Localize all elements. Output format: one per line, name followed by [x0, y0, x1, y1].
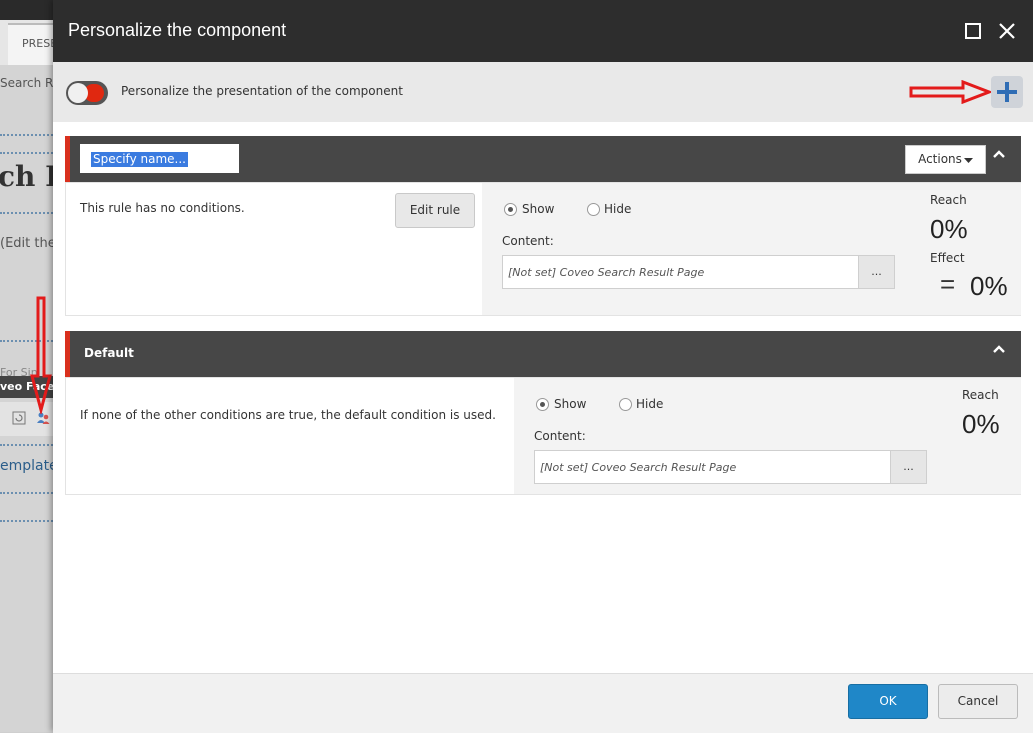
show-radio[interactable]: [536, 398, 549, 411]
show-label: Show: [554, 397, 587, 411]
reach-label: Reach: [930, 193, 967, 207]
default-rule-body: If none of the other conditions are true…: [65, 377, 1021, 495]
divider: [0, 152, 60, 154]
effect-label: Effect: [930, 251, 965, 265]
divider: [0, 520, 60, 522]
default-action-pane: Show Hide Content: [Not set] Coveo Searc…: [514, 378, 1021, 494]
reach-label: Reach: [962, 388, 999, 402]
refresh-icon[interactable]: [12, 411, 26, 425]
content-label: Content:: [534, 429, 586, 443]
background-breadcrumb: Search Re: [0, 76, 60, 90]
content-value: [Not set] Coveo Search Result Page: [540, 461, 737, 474]
toggle-knob: [68, 83, 88, 103]
effect-equal-icon: =: [940, 269, 956, 299]
personalize-toggle-bar: Personalize the presentation of the comp…: [53, 62, 1033, 122]
rule-action-pane: Show Hide Content: [Not set] Coveo Searc…: [482, 183, 1021, 315]
rule-body: This rule has no conditions. Edit rule S…: [65, 182, 1021, 316]
close-icon[interactable]: [995, 19, 1019, 43]
divider: [0, 444, 60, 446]
plus-icon: [997, 82, 1017, 102]
show-label: Show: [522, 202, 555, 216]
annotation-down-arrow-icon: [30, 296, 52, 414]
rule-condition-text: This rule has no conditions.: [80, 201, 245, 215]
default-rule-title: Default: [84, 346, 134, 360]
actions-dropdown-button[interactable]: Actions: [905, 145, 986, 174]
background-template-link[interactable]: emplate: [0, 458, 58, 474]
collapse-chevron-icon[interactable]: [986, 337, 1012, 363]
background-tab-bar: PRESE: [0, 20, 60, 65]
personalize-dialog: Personalize the component Personalize th…: [53, 0, 1033, 733]
browse-content-button[interactable]: ...: [890, 451, 926, 483]
add-rule-button[interactable]: [991, 76, 1023, 108]
default-rule-header: Default: [65, 331, 1021, 377]
content-value: [Not set] Coveo Search Result Page: [508, 266, 705, 279]
caret-down-icon: [963, 157, 973, 163]
effect-value: 0%: [970, 271, 1008, 301]
content-field[interactable]: [Not set] Coveo Search Result Page ...: [502, 255, 895, 289]
hide-label: Hide: [636, 397, 664, 411]
default-condition-text: If none of the other conditions are true…: [80, 408, 496, 422]
divider: [0, 212, 60, 214]
actions-label: Actions: [918, 152, 962, 166]
ok-button[interactable]: OK: [848, 684, 928, 719]
hide-radio[interactable]: [619, 398, 632, 411]
dialog-header: Personalize the component: [53, 0, 1033, 62]
divider: [0, 492, 60, 494]
content-field[interactable]: [Not set] Coveo Search Result Page ...: [534, 450, 927, 484]
show-radio[interactable]: [504, 203, 517, 216]
content-label: Content:: [502, 234, 554, 248]
background-page: PRESE Search Re ch R (Edit the For Sin v…: [0, 0, 60, 732]
cancel-button[interactable]: Cancel: [938, 684, 1018, 719]
reach-value: 0%: [930, 214, 968, 244]
hide-radio[interactable]: [587, 203, 600, 216]
rule-header: Specify name... Actions: [65, 136, 1021, 182]
collapse-chevron-icon[interactable]: [986, 142, 1012, 168]
hide-label: Hide: [604, 202, 632, 216]
personalize-toggle[interactable]: [66, 81, 108, 105]
rule-name-placeholder: Specify name...: [91, 152, 188, 167]
background-edit-hint: (Edit the: [0, 236, 56, 251]
dialog-title: Personalize the component: [68, 20, 287, 40]
divider: [0, 134, 60, 136]
annotation-right-arrow-icon: [909, 80, 991, 104]
personalize-toggle-label: Personalize the presentation of the comp…: [121, 84, 403, 98]
maximize-icon[interactable]: [961, 19, 985, 43]
background-heading: ch R: [0, 160, 60, 193]
browse-content-button[interactable]: ...: [858, 256, 894, 288]
background-top-strip: [0, 0, 60, 20]
edit-rule-button[interactable]: Edit rule: [395, 193, 475, 228]
dialog-footer: OK Cancel: [53, 673, 1033, 733]
reach-value: 0%: [962, 409, 1000, 439]
